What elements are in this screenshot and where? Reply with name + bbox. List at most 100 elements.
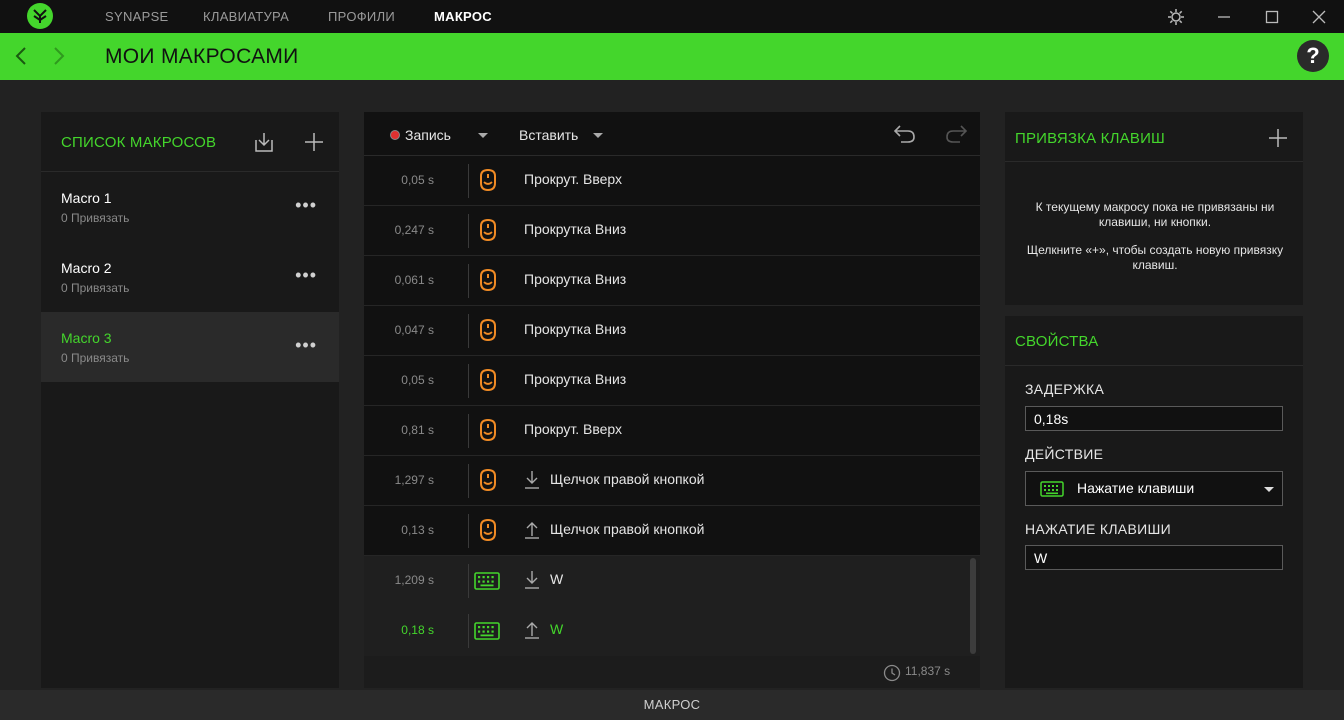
help-button[interactable]: ?: [1297, 40, 1329, 72]
action-delay: 0,81 s: [401, 423, 434, 437]
macro-action-row[interactable]: 0,061 s Прокрутка Вниз: [364, 256, 980, 306]
maximize-icon[interactable]: [1261, 6, 1283, 28]
macro-action-list: 0,05 s Прокрут. Вверх 0,247 s Прокрутка Вни…: [364, 156, 980, 656]
insert-dropdown-caret-icon[interactable]: [593, 133, 603, 138]
action-label: Прокрут. Вверх: [524, 171, 623, 187]
row-divider: [468, 564, 469, 598]
macro-action-row[interactable]: 0,05 s Прокрутка Вниз: [364, 356, 980, 406]
keystroke-field[interactable]: W: [1025, 545, 1283, 570]
action-label: Щелчок правой кнопкой: [550, 471, 705, 487]
undo-icon[interactable]: [891, 120, 919, 148]
macro-list-panel: СПИСОК МАКРОСОВ Macro 1 0 Привязать ••• …: [41, 112, 339, 688]
record-dropdown-caret-icon[interactable]: [478, 133, 488, 138]
action-label: Прокрутка Вниз: [524, 221, 627, 237]
action-delay: 0,247 s: [394, 223, 434, 237]
macro-action-row[interactable]: 0,047 s Прокрутка Вниз: [364, 306, 980, 356]
macro-editor-panel: Запись Вставить 0,05 s Прокрут. Вверх 0,24…: [364, 112, 980, 688]
macro-list-title: СПИСОК МАКРОСОВ: [61, 134, 217, 151]
action-delay: 0,05 s: [401, 173, 434, 187]
macro-action-row[interactable]: 0,247 s Прокрутка Вниз: [364, 206, 980, 256]
action-delay: 0,13 s: [401, 523, 434, 537]
action-label: Щелчок правой кнопкой: [550, 521, 705, 537]
tab-synapse[interactable]: SYNAPSE: [105, 9, 169, 24]
action-label: ДЕЙСТВИЕ: [1025, 446, 1104, 462]
more-options-icon[interactable]: •••: [295, 336, 317, 354]
keyboard-icon: [474, 571, 500, 595]
title-bar: SYNAPSE КЛАВИАТУРА ПРОФИЛИ МАКРОС: [0, 0, 1344, 33]
macro-binding-count: 0 Привязать: [61, 351, 130, 365]
macro-action-row[interactable]: 0,05 s Прокрут. Вверх: [364, 156, 980, 206]
macro-action-row[interactable]: 0,13 s Щелчок правой кнопкой: [364, 506, 980, 556]
forward-arrow-icon[interactable]: [48, 44, 70, 68]
row-divider: [468, 364, 469, 398]
properties-panel: СВОЙСТВА ЗАДЕРЖКА 0,18s ДЕЙСТВИЕ Нажатие…: [1005, 316, 1303, 688]
minimize-icon[interactable]: [1213, 6, 1235, 28]
close-icon[interactable]: [1308, 6, 1330, 28]
tab-keyboard[interactable]: КЛАВИАТУРА: [203, 9, 289, 24]
key-down-arrow-icon: [524, 570, 540, 590]
create-binding-hint: Щелкните «+», чтобы создать новую привяз…: [1026, 243, 1284, 272]
action-label: Прокрутка Вниз: [524, 321, 627, 337]
record-dot-icon[interactable]: [390, 130, 400, 140]
more-options-icon[interactable]: •••: [295, 196, 317, 214]
insert-button[interactable]: Вставить: [519, 127, 578, 143]
macro-action-row[interactable]: 1,297 s Щелчок правой кнопкой: [364, 456, 980, 506]
more-options-icon[interactable]: •••: [295, 266, 317, 284]
tab-macro[interactable]: МАКРОС: [434, 9, 492, 24]
back-arrow-icon[interactable]: [10, 44, 32, 68]
import-icon[interactable]: [252, 130, 276, 154]
macro-action-row-selected[interactable]: 0,18 s W: [364, 606, 980, 656]
keystroke-label: НАЖАТИЕ КЛАВИШИ: [1025, 521, 1171, 537]
action-delay: 0,05 s: [401, 373, 434, 387]
editor-toolbar: Запись Вставить: [364, 112, 980, 156]
properties-header: СВОЙСТВА: [1005, 316, 1303, 366]
chevron-down-icon: [1264, 487, 1274, 492]
action-delay: 1,297 s: [394, 473, 434, 487]
macro-action-row[interactable]: 0,81 s Прокрут. Вверх: [364, 406, 980, 456]
macro-name: Macro 3: [61, 330, 112, 346]
row-divider: [468, 314, 469, 348]
settings-gear-icon[interactable]: [1165, 6, 1187, 28]
redo-icon[interactable]: [942, 120, 970, 148]
key-down-arrow-icon: [524, 470, 540, 490]
total-duration: 11,837 s: [905, 664, 951, 678]
keyboard-icon: [474, 621, 500, 645]
macro-list-item[interactable]: Macro 2 0 Привязать •••: [41, 242, 339, 312]
add-macro-icon[interactable]: [303, 131, 325, 153]
record-button[interactable]: Запись: [405, 127, 451, 143]
razer-logo-icon[interactable]: [27, 3, 53, 29]
action-delay: 0,18 s: [401, 623, 434, 637]
row-divider: [468, 164, 469, 198]
key-binding-header: ПРИВЯЗКА КЛАВИШ: [1005, 112, 1303, 162]
row-divider: [468, 264, 469, 298]
macro-list-item-selected[interactable]: Macro 3 0 Привязать •••: [41, 312, 339, 382]
action-select[interactable]: Нажатие клавиши: [1025, 471, 1283, 506]
action-label: W: [550, 621, 564, 637]
keyboard-icon: [1040, 480, 1064, 498]
action-label: W: [550, 571, 564, 587]
properties-title: СВОЙСТВА: [1015, 333, 1099, 350]
page-title: МОИ МАКРОСАМИ: [105, 45, 299, 68]
macro-list-item[interactable]: Macro 1 0 Привязать •••: [41, 172, 339, 242]
key-up-arrow-icon: [524, 620, 540, 640]
macro-action-row[interactable]: 1,209 s W: [364, 556, 980, 606]
mouse-icon: [478, 518, 498, 542]
macro-list-header: СПИСОК МАКРОСОВ: [41, 112, 339, 172]
key-binding-panel: ПРИВЯЗКА КЛАВИШ К текущему макросу пока …: [1005, 112, 1303, 305]
mouse-icon: [478, 168, 498, 192]
action-label: Прокрутка Вниз: [524, 271, 627, 287]
mouse-icon: [478, 418, 498, 442]
delay-field[interactable]: 0,18s: [1025, 406, 1283, 431]
action-select-value: Нажатие клавиши: [1077, 480, 1195, 496]
row-divider: [468, 414, 469, 448]
action-delay: 0,061 s: [394, 273, 434, 287]
row-divider: [468, 514, 469, 548]
add-binding-icon[interactable]: [1267, 127, 1289, 149]
row-divider: [468, 464, 469, 498]
mouse-icon: [478, 268, 498, 292]
status-bar: МАКРОС: [0, 690, 1344, 720]
scrollbar[interactable]: [970, 558, 976, 654]
tab-profiles[interactable]: ПРОФИЛИ: [328, 9, 395, 24]
macro-binding-count: 0 Привязать: [61, 281, 130, 295]
macro-name: Macro 1: [61, 190, 112, 206]
